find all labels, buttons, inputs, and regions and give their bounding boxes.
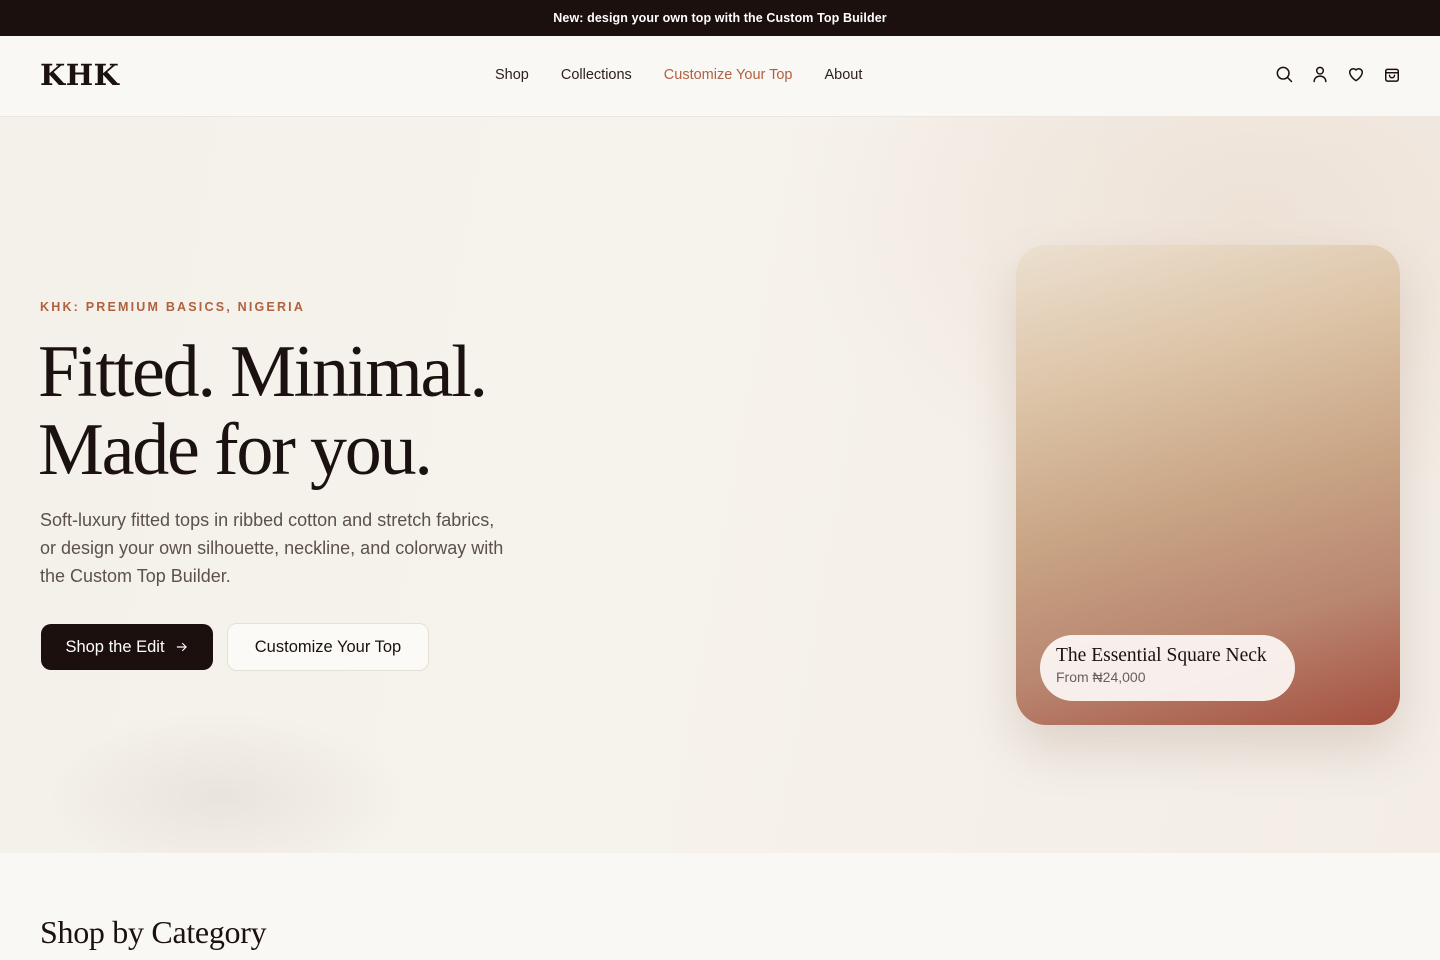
logo[interactable]: KHK: [40, 58, 119, 92]
hero-headline: Fitted. Minimal. Made for you.: [38, 333, 658, 489]
header-icons: [1274, 64, 1402, 84]
search-icon[interactable]: [1274, 64, 1294, 84]
announcement-text: New: design your own top with the Custom…: [553, 11, 887, 25]
hero-headline-line-1: Fitted. Minimal.: [38, 331, 488, 413]
arrow-right-icon: [176, 642, 187, 652]
nav-link-about[interactable]: About: [825, 67, 863, 83]
hero-eyebrow: KHK: PREMIUM BASICS, NIGERIA: [40, 300, 306, 314]
hero-section: KHK: PREMIUM BASICS, NIGERIA Fitted. Min…: [0, 117, 1440, 853]
announcement-bar: New: design your own top with the Custom…: [0, 0, 1440, 36]
customize-your-top-label: Customize Your Top: [254, 637, 402, 656]
nav-link-shop[interactable]: Shop: [495, 67, 529, 83]
shop-the-edit-label: Shop the Edit: [65, 637, 165, 656]
site-header: KHK Shop Collections Customize Your Top …: [0, 36, 1440, 117]
product-price: From ₦24,000: [1056, 669, 1146, 685]
featured-product-card[interactable]: The Essential Square Neck From ₦24,000: [1016, 245, 1400, 725]
nav-link-customize[interactable]: Customize Your Top: [664, 67, 793, 83]
account-icon[interactable]: [1310, 64, 1330, 84]
product-name: The Essential Square Neck: [1056, 645, 1267, 666]
hero-headline-line-2: Made for you.: [38, 409, 433, 491]
hero-description: Soft-luxury fitted tops in ribbed cotton…: [40, 510, 504, 586]
shop-by-category-heading: Shop by Category: [40, 914, 267, 950]
cart-icon[interactable]: [1382, 64, 1402, 84]
main-nav: Shop Collections Customize Your Top Abou…: [495, 67, 862, 83]
wishlist-icon[interactable]: [1346, 64, 1366, 84]
product-tag[interactable]: The Essential Square Neck From ₦24,000: [1040, 635, 1295, 701]
shop-the-edit-button[interactable]: Shop the Edit: [41, 624, 213, 670]
nav-link-collections[interactable]: Collections: [561, 67, 632, 83]
customize-your-top-button[interactable]: Customize Your Top: [227, 623, 429, 671]
